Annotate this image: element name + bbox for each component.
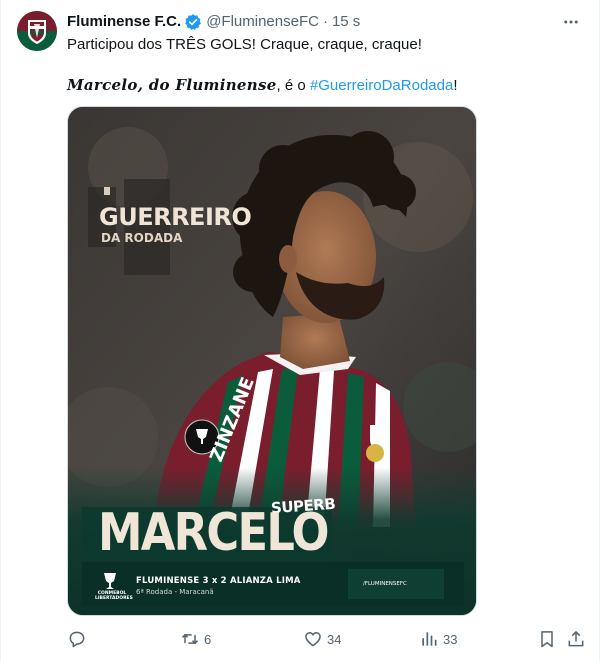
match-score: FLUMINENSE 3 x 2 ALIANZA LIMA (136, 576, 301, 586)
match-detail: 6ª Rodada - Maracanã (136, 588, 214, 596)
user-handle[interactable]: @FluminenseFC (206, 12, 319, 32)
share-button[interactable] (566, 628, 586, 650)
share-icon (568, 630, 584, 647)
like-button[interactable]: 34 (303, 628, 341, 650)
avatar[interactable] (17, 11, 57, 51)
display-name[interactable]: Fluminense F.C. (67, 12, 181, 32)
tweet-header: Fluminense F.C. @FluminenseFC · 15 s (67, 12, 583, 32)
verified-badge-icon (184, 13, 202, 31)
reply-button[interactable] (67, 628, 91, 650)
hashtag-link[interactable]: #GuerreiroDaRodada (310, 77, 453, 94)
tweet-text-line-1: Participou dos TRÊS GOLS! Craque, craque… (67, 36, 422, 53)
views-chart-icon (422, 632, 437, 646)
social-handle: /FLUMINENSEFC (363, 581, 407, 587)
like-count: 34 (327, 631, 342, 647)
retweet-count: 6 (204, 631, 212, 647)
styled-name-text: Marcelo, do Fluminense (67, 76, 277, 94)
tweet-card[interactable]: Fluminense F.C. @FluminenseFC · 15 s Par… (0, 0, 600, 661)
views-count: 33 (443, 631, 458, 647)
more-options-icon[interactable] (559, 10, 583, 34)
action-bar: 6 34 33 (67, 628, 585, 650)
reply-icon (69, 631, 85, 648)
retweet-icon (181, 633, 199, 645)
bookmark-icon (541, 631, 553, 648)
heart-icon (305, 632, 321, 647)
media-image[interactable]: GUERREIRO DA RODADA ZINZANE SUPERB MARCE… (67, 106, 477, 616)
tweet-text-line-2: Marcelo, do Fluminense, é o #GuerreiroDa… (67, 75, 458, 96)
competition-logo-text: CONMEBOL LIBERTADORES (95, 591, 133, 601)
graphic-title: GUERREIRO (99, 203, 252, 231)
tweet-text-end: ! (453, 77, 458, 94)
separator-dot: · (322, 13, 328, 30)
timestamp[interactable]: 15 s (332, 12, 360, 32)
graphic-subtitle: DA RODADA (101, 231, 183, 245)
tweet-text-middle: , é o (276, 77, 310, 94)
bookmark-button[interactable] (537, 628, 557, 650)
player-name: MARCELO (98, 503, 330, 563)
views-button[interactable]: 33 (419, 628, 457, 650)
retweet-button[interactable]: 6 (180, 628, 211, 650)
